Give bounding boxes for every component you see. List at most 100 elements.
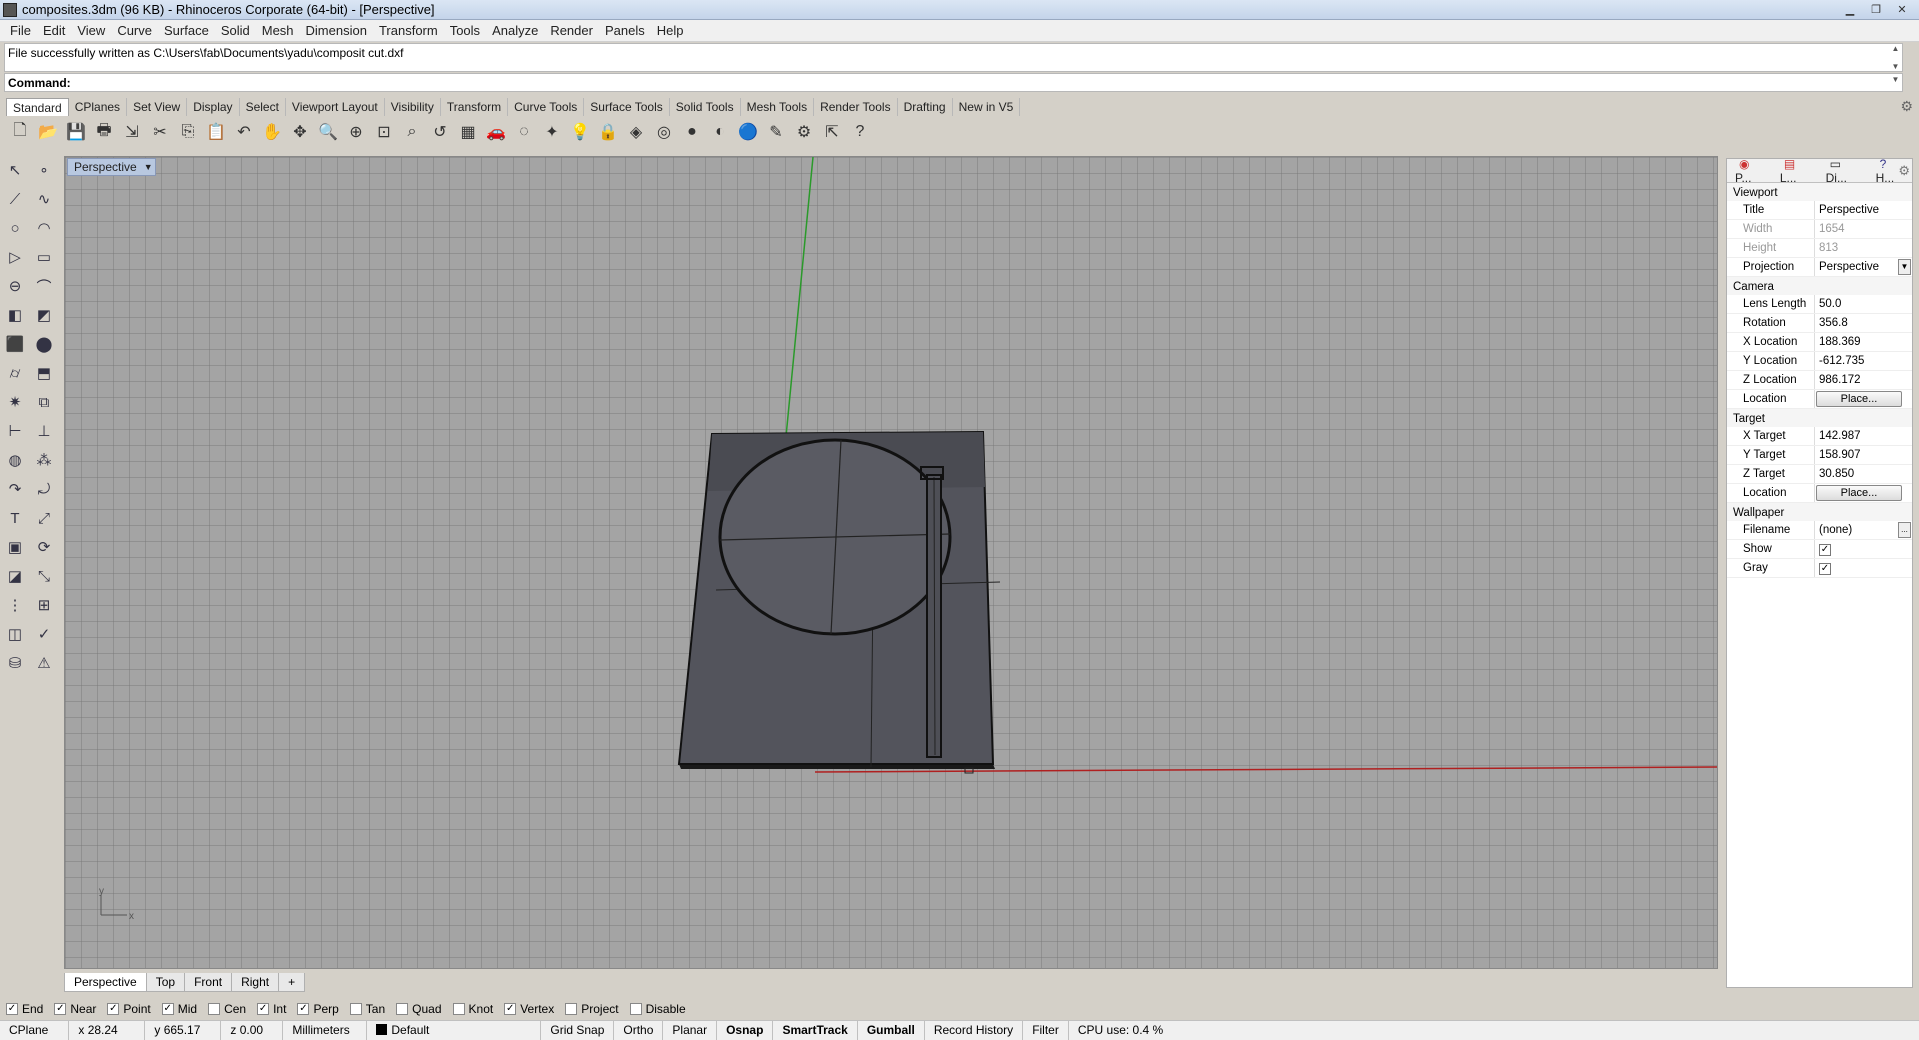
- osnap-end[interactable]: ✓ End: [6, 1002, 43, 1016]
- z-location-field[interactable]: 986.172: [1815, 371, 1912, 389]
- menu-edit[interactable]: Edit: [37, 23, 71, 38]
- osnap-checkbox[interactable]: ✓: [257, 1003, 270, 1015]
- panel-gear-icon[interactable]: ⚙: [1898, 163, 1910, 179]
- osnap-quad[interactable]: Quad: [396, 1002, 442, 1016]
- gear-icon[interactable]: ⚙: [1900, 98, 1913, 115]
- camera-place-button[interactable]: Place...: [1816, 391, 1902, 407]
- zoom-selected-icon[interactable]: ⌕: [400, 120, 424, 144]
- menu-tools[interactable]: Tools: [444, 23, 486, 38]
- tab-display[interactable]: ▭ Di...: [1822, 155, 1869, 187]
- osnap-checkbox[interactable]: [629, 1003, 642, 1015]
- sphere-solid-icon[interactable]: ◍: [2, 448, 28, 472]
- osnap-int[interactable]: ✓ Int: [257, 1002, 286, 1016]
- triangle-icon[interactable]: ▷: [2, 245, 28, 269]
- grid-icon[interactable]: ⋮: [2, 593, 28, 617]
- rotation-field[interactable]: 356.8: [1815, 314, 1912, 332]
- ortho-toggle[interactable]: Ortho: [614, 1021, 664, 1040]
- osnap-checkbox[interactable]: ✓: [504, 1003, 517, 1015]
- ellipse-icon[interactable]: ⊖: [2, 274, 28, 298]
- menu-file[interactable]: File: [4, 23, 37, 38]
- material-icon[interactable]: ◈: [624, 120, 648, 144]
- x-target-field[interactable]: 142.987: [1815, 427, 1912, 445]
- osnap-toggle[interactable]: Osnap: [717, 1021, 774, 1040]
- grid-snap-toggle[interactable]: Grid Snap: [541, 1021, 615, 1040]
- sphere-icon[interactable]: ⬤: [31, 332, 57, 356]
- menu-dimension[interactable]: Dimension: [300, 23, 373, 38]
- rotate-icon[interactable]: ⟳: [31, 535, 57, 559]
- menu-surface[interactable]: Surface: [158, 23, 215, 38]
- align-icon[interactable]: ⊞: [31, 593, 57, 617]
- select-icon[interactable]: ↖: [2, 158, 28, 182]
- chevron-down-icon[interactable]: ▼: [144, 159, 153, 175]
- menu-transform[interactable]: Transform: [373, 23, 444, 38]
- sphere-icon[interactable]: ●: [680, 120, 704, 144]
- mirror-icon[interactable]: ◫: [2, 622, 28, 646]
- scale-icon[interactable]: ⤡: [31, 564, 57, 588]
- tab-surface-tools[interactable]: Surface Tools: [584, 98, 670, 116]
- light-icon[interactable]: 💡: [568, 120, 592, 144]
- osnap-checkbox[interactable]: [349, 1003, 362, 1015]
- tab-new-in-v5[interactable]: New in V5: [953, 98, 1021, 116]
- osnap-checkbox[interactable]: [396, 1003, 409, 1015]
- y-location-field[interactable]: -612.735: [1815, 352, 1912, 370]
- x-location-field[interactable]: 188.369: [1815, 333, 1912, 351]
- tab-mesh-tools[interactable]: Mesh Tools: [741, 98, 815, 116]
- osnap-tan[interactable]: Tan: [349, 1002, 385, 1016]
- zoom-window-icon[interactable]: ⊕: [344, 120, 368, 144]
- osnap-checkbox[interactable]: ✓: [297, 1003, 310, 1015]
- command-line[interactable]: Command: ▼: [4, 73, 1903, 92]
- filter-toggle[interactable]: Filter: [1023, 1021, 1069, 1040]
- viewport-title-tab[interactable]: Perspective ▼: [67, 158, 156, 176]
- print-icon[interactable]: 🖶: [92, 120, 116, 144]
- light-tool-icon[interactable]: ⚠: [31, 651, 57, 675]
- blue-sphere-icon[interactable]: 🔵: [736, 120, 760, 144]
- circle-icon[interactable]: ○: [2, 216, 28, 240]
- view-tab-right[interactable]: Right: [231, 972, 280, 992]
- record-history-toggle[interactable]: Record History: [925, 1021, 1024, 1040]
- target-place-button[interactable]: Place...: [1816, 485, 1902, 501]
- osnap-checkbox[interactable]: ✓: [6, 1003, 18, 1015]
- box-tool-icon[interactable]: ◪: [2, 564, 28, 588]
- tab-render-tools[interactable]: Render Tools: [814, 98, 898, 116]
- osnap-project[interactable]: Project: [565, 1002, 619, 1016]
- osnap-perp[interactable]: ✓ Perp: [297, 1002, 339, 1016]
- tab-drafting[interactable]: Drafting: [898, 98, 953, 116]
- car-render-icon[interactable]: 🚗: [484, 120, 508, 144]
- array-icon[interactable]: ⁂: [31, 448, 57, 472]
- y-target-field[interactable]: 158.907: [1815, 446, 1912, 464]
- tab-cplanes[interactable]: CPlanes: [69, 98, 128, 116]
- lens-length-field[interactable]: 50.0: [1815, 295, 1912, 313]
- scene-canvas[interactable]: y x: [65, 157, 1718, 969]
- undo-icon[interactable]: ↶: [232, 120, 256, 144]
- extrude-icon[interactable]: ⬒: [31, 361, 57, 385]
- layers-icon[interactable]: ⛁: [2, 651, 28, 675]
- osnap-disable[interactable]: Disable: [629, 1002, 686, 1016]
- tab-curve-tools[interactable]: Curve Tools: [508, 98, 585, 116]
- tab-standard[interactable]: Standard: [6, 98, 69, 116]
- osnap-checkbox[interactable]: [208, 1003, 221, 1015]
- offset-icon[interactable]: ⤾: [31, 477, 57, 501]
- z-target-field[interactable]: 30.850: [1815, 465, 1912, 483]
- color-wheel-icon[interactable]: ◎: [652, 120, 676, 144]
- planar-toggle[interactable]: Planar: [663, 1021, 718, 1040]
- scroll-down-icon[interactable]: ▼: [1889, 62, 1902, 71]
- osnap-checkbox[interactable]: ✓: [161, 1003, 174, 1015]
- view-tab-perspective[interactable]: Perspective: [64, 972, 147, 992]
- osnap-vertex[interactable]: ✓ Vertex: [504, 1002, 554, 1016]
- tab-select[interactable]: Select: [240, 98, 286, 116]
- show-checkbox[interactable]: ✓: [1819, 544, 1831, 556]
- surface-icon[interactable]: ◧: [2, 303, 28, 327]
- tab-display[interactable]: Display: [187, 98, 240, 116]
- rhino-app-icon[interactable]: [3, 2, 17, 17]
- menu-analyze[interactable]: Analyze: [486, 23, 544, 38]
- box-icon[interactable]: ⬛: [2, 332, 28, 356]
- osnap-checkbox[interactable]: [565, 1003, 578, 1015]
- scroll-up-icon[interactable]: ▲: [1889, 44, 1902, 53]
- object-properties-icon[interactable]: ✦: [540, 120, 564, 144]
- cplane-status[interactable]: CPlane: [0, 1021, 70, 1040]
- minimize-icon[interactable]: ▁: [1839, 1, 1861, 17]
- text-icon[interactable]: T: [2, 506, 28, 530]
- gumball-toggle[interactable]: Gumball: [858, 1021, 925, 1040]
- move-icon[interactable]: ⤢: [31, 506, 57, 530]
- open-icon[interactable]: 📂: [36, 120, 60, 144]
